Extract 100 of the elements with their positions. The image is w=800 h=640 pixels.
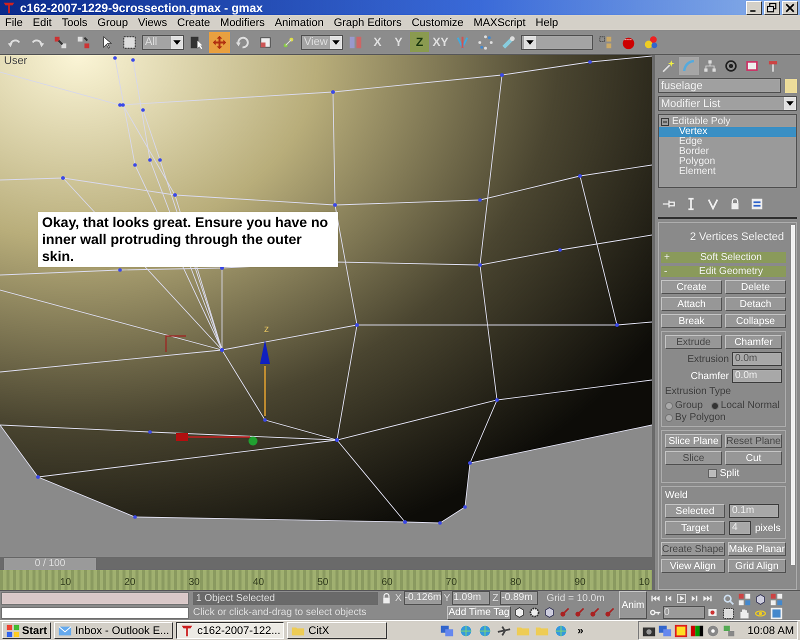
frame-number: 90 bbox=[574, 577, 586, 588]
command-button[interactable]: Slice Plane bbox=[665, 434, 722, 448]
menu-item[interactable]: MAXScript bbox=[468, 16, 531, 28]
key-icon[interactable] bbox=[603, 606, 616, 620]
minimize-button[interactable] bbox=[746, 0, 762, 14]
square-icon[interactable] bbox=[674, 624, 688, 638]
script-listener-field[interactable] bbox=[1, 606, 189, 619]
stack-item[interactable]: Element bbox=[659, 167, 796, 177]
monitor-icon[interactable] bbox=[658, 624, 672, 638]
spinner-field[interactable]: 4 bbox=[729, 521, 751, 535]
dropdown[interactable] bbox=[521, 34, 593, 50]
frame-number: 80 bbox=[510, 577, 522, 588]
globe-icon[interactable] bbox=[459, 624, 474, 638]
zoom-all-icon[interactable] bbox=[738, 592, 751, 606]
stack-item[interactable]: Editable Poly bbox=[659, 117, 796, 127]
axis-constraint-button[interactable]: X bbox=[368, 32, 387, 52]
command-button[interactable]: Break bbox=[661, 314, 722, 328]
viewport-label[interactable]: User bbox=[4, 55, 28, 67]
script-listener-field[interactable] bbox=[1, 592, 189, 604]
frame-number: 70 bbox=[446, 577, 457, 588]
monitor-icon[interactable] bbox=[440, 624, 454, 638]
command-button[interactable]: Detach bbox=[725, 297, 786, 311]
taskbar-button[interactable]: Inbox - Outlook E... bbox=[54, 622, 174, 639]
rollout-header[interactable]: + Soft Selection bbox=[661, 252, 786, 263]
flag-icon[interactable] bbox=[690, 624, 704, 638]
command-button[interactable]: Cut bbox=[725, 451, 782, 465]
close-button[interactable] bbox=[782, 0, 798, 14]
menu-item[interactable]: Group bbox=[92, 16, 133, 28]
frame-number: 10 bbox=[60, 577, 72, 588]
command-button[interactable]: Grid Align bbox=[728, 559, 786, 573]
globe-icon[interactable] bbox=[478, 624, 492, 638]
spinner-field[interactable]: 0.0m bbox=[732, 369, 782, 383]
command-button[interactable]: Make Planar bbox=[728, 542, 786, 556]
field-label: Chamfer bbox=[690, 370, 729, 382]
menu-item[interactable]: File bbox=[0, 16, 28, 28]
coordinate-field[interactable]: -0.126m bbox=[404, 591, 442, 606]
menu-item[interactable]: Customize bbox=[406, 16, 469, 28]
menu-item[interactable]: Help bbox=[530, 16, 564, 28]
menu-item[interactable]: Create bbox=[172, 16, 216, 28]
taskbar-button[interactable]: CitX bbox=[287, 622, 388, 639]
color-swatch[interactable] bbox=[785, 78, 797, 92]
panel-icon[interactable] bbox=[750, 197, 764, 211]
coordinate-field[interactable]: -0.89m bbox=[500, 591, 538, 606]
command-button[interactable]: Create bbox=[661, 280, 722, 294]
stack-item[interactable]: Edge bbox=[659, 137, 796, 147]
grid-size: Grid = 10.0m bbox=[545, 592, 605, 604]
restore-button[interactable] bbox=[764, 0, 780, 14]
menu-item[interactable]: Tools bbox=[56, 16, 92, 28]
box-icon[interactable] bbox=[513, 606, 526, 620]
stack-item[interactable]: Border bbox=[659, 147, 796, 157]
menu-item[interactable]: Animation bbox=[270, 16, 329, 28]
animate-button[interactable]: Anim bbox=[619, 591, 647, 619]
play-icon[interactable] bbox=[676, 592, 687, 605]
taskbar-button[interactable]: c162-2007-122... bbox=[176, 622, 284, 639]
menu-item[interactable]: Edit bbox=[28, 16, 57, 28]
airplane-icon[interactable] bbox=[497, 624, 512, 638]
spinner-field[interactable]: 0.1m bbox=[729, 504, 779, 518]
start-button[interactable]: Start bbox=[2, 622, 52, 639]
object-name-field[interactable]: fuselage bbox=[658, 78, 782, 93]
axis-constraint-button[interactable]: Z bbox=[410, 32, 429, 52]
menu-item[interactable]: Views bbox=[132, 16, 172, 28]
time-slider-handle[interactable]: 0 / 100 bbox=[4, 558, 96, 570]
command-button[interactable]: Selected bbox=[665, 504, 725, 518]
command-button[interactable]: Target bbox=[665, 521, 725, 535]
command-button[interactable]: View Align bbox=[661, 559, 725, 573]
chevron[interactable]: » bbox=[573, 624, 588, 636]
rollout-header[interactable]: - Edit Geometry bbox=[661, 266, 786, 277]
dropdown[interactable]: View bbox=[301, 34, 343, 50]
zoom-extents-all-icon[interactable] bbox=[770, 592, 783, 606]
group-label: Extrusion Type bbox=[665, 386, 732, 397]
axis-constraint-button[interactable]: Y bbox=[389, 32, 408, 52]
fork-icon[interactable] bbox=[706, 197, 720, 211]
modifier-list-dropdown[interactable]: Modifier List bbox=[658, 96, 797, 111]
command-button[interactable]: Delete bbox=[725, 280, 786, 294]
coordinate-field[interactable]: 1.09m bbox=[452, 591, 490, 606]
scrollbar[interactable] bbox=[791, 225, 795, 565]
key-icon[interactable] bbox=[588, 606, 601, 620]
key-icon[interactable] bbox=[573, 606, 586, 620]
collapse-icon[interactable] bbox=[661, 118, 669, 126]
zoom-extents-icon[interactable] bbox=[754, 592, 767, 606]
command-button[interactable]: Attach bbox=[661, 297, 722, 311]
frame-field[interactable]: 0 bbox=[663, 606, 705, 620]
split-checkbox[interactable]: Split bbox=[665, 468, 782, 479]
dropdown[interactable]: All bbox=[142, 34, 184, 50]
app-logo-icon bbox=[180, 624, 194, 638]
gear-icon[interactable] bbox=[528, 606, 541, 620]
stack-item[interactable]: Vertex bbox=[659, 127, 796, 137]
axis-constraint-button[interactable]: XY bbox=[431, 32, 450, 52]
menu-item[interactable]: Graph Editors bbox=[328, 16, 407, 28]
menu-item[interactable]: Modifiers bbox=[215, 16, 270, 28]
envelope-icon bbox=[58, 624, 72, 638]
cube-icon[interactable] bbox=[543, 606, 556, 620]
add-time-tag-button[interactable]: Add Time Tag bbox=[447, 606, 511, 620]
command-button[interactable]: Chamfer bbox=[725, 335, 782, 349]
stack-item[interactable]: Polygon bbox=[659, 157, 796, 167]
region-zoom-icon[interactable] bbox=[722, 606, 735, 620]
clock: 10:08 AM bbox=[746, 624, 794, 636]
selection-status: 1 Object Selected bbox=[193, 592, 378, 605]
track-bar[interactable]: 10 20 30 40 50 60 70 80 90 10 bbox=[0, 570, 652, 590]
command-button[interactable]: Collapse bbox=[725, 314, 786, 328]
